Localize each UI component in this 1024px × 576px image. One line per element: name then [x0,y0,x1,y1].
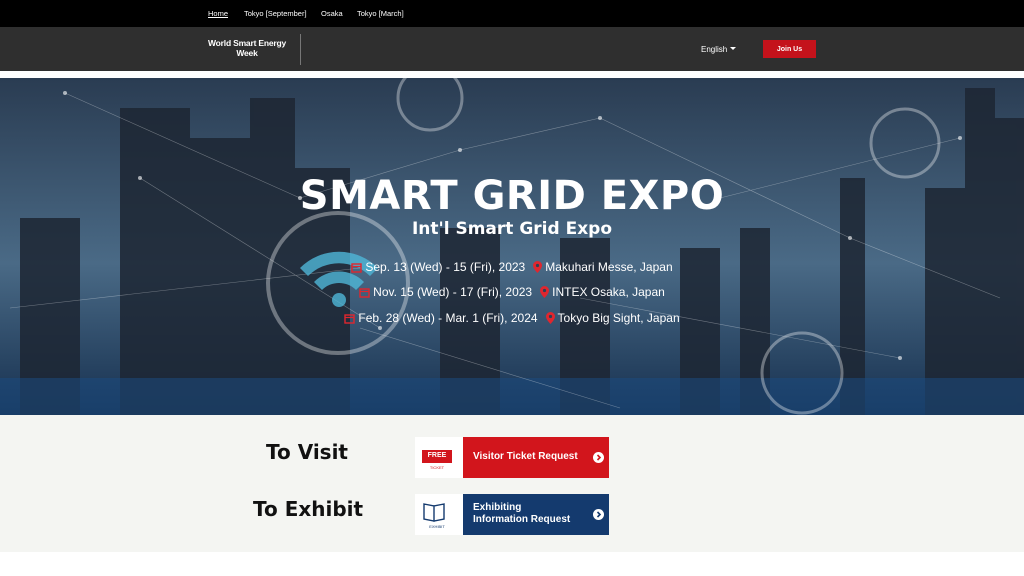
event-dates: Feb. 28 (Wed) - Mar. 1 (Fri), 2024 [358,311,538,325]
logo-divider [300,34,301,65]
exhibit-badge: EXHIBIT [415,494,463,535]
nav-link-home[interactable]: Home [208,9,228,18]
nav-link-tokyo-march[interactable]: Tokyo [March] [357,9,404,18]
language-selector[interactable]: English [701,45,737,54]
site-logo[interactable]: World Smart Energy Week [205,38,289,58]
map-pin-icon [540,286,550,301]
header-separator [0,71,1024,78]
arrow-right-icon [593,452,604,463]
free-ticket-badge: FREE TICKET [415,437,463,478]
event-dates: Sep. 13 (Wed) - 15 (Fri), 2023 [365,260,526,274]
ticket-badge-text: TICKET [429,465,445,470]
event-venue: Makuhari Messe, Japan [545,260,673,274]
calendar-icon [359,287,370,301]
event-row: Nov. 15 (Wed) - 17 (Fri), 2023 INTEX Osak… [0,285,1024,301]
exhibit-button-line-1: Exhibiting [473,502,522,513]
calendar-icon [351,262,363,276]
event-venue: INTEX Osaka, Japan [552,285,665,299]
to-visit-label: To Visit [266,440,348,464]
site-header: World Smart Energy Week English [0,27,1024,71]
arrow-right-icon [593,509,604,520]
calendar-icon [344,313,356,327]
visitor-ticket-request-button[interactable]: FREE TICKET Visitor Ticket Request [415,437,609,478]
logo-line-1: World Smart Energy [208,38,286,48]
hero-background-image [0,78,1024,415]
hero-banner: SMART GRID EXPO Int'l Smart Grid Expo Se… [0,78,1024,415]
page-footer-edge [0,552,1024,576]
language-label: English [701,45,728,54]
to-exhibit-label: To Exhibit [253,497,364,521]
exhibiting-information-request-button[interactable]: EXHIBIT Exhibiting Information Request [415,494,609,535]
exhibit-button-line-2: Information Request [473,514,571,525]
map-pin-icon [545,312,555,327]
hero-subtitle: Int'l Smart Grid Expo [411,219,613,239]
event-venue: Tokyo Big Sight, Japan [557,311,680,325]
caret-down-icon [730,47,737,50]
event-row: Sep. 13 (Wed) - 15 (Fri), 2023 Makuhari M… [0,260,1024,276]
event-dates: Nov. 15 (Wed) - 17 (Fri), 2023 [373,285,533,299]
exhibit-badge-text: EXHIBIT [429,524,445,529]
event-row: Feb. 28 (Wed) - Mar. 1 (Fri), 2024 Tokyo … [0,311,1024,327]
map-pin-icon [533,261,543,276]
nav-link-tokyo-september[interactable]: Tokyo [September] [244,9,307,18]
nav-link-osaka[interactable]: Osaka [321,9,343,18]
join-us-button[interactable]: Join Us [763,40,816,58]
free-badge-text: FREE [427,452,447,459]
top-nav-bar: Home Tokyo [September] Osaka Tokyo [Marc… [0,0,1024,27]
visitor-button-text: Visitor Ticket Request [473,451,578,462]
exhibit-button-text: Exhibiting Information Request [473,502,570,526]
hero-title: SMART GRID EXPO [299,173,725,219]
logo-line-2: Week [236,48,258,58]
